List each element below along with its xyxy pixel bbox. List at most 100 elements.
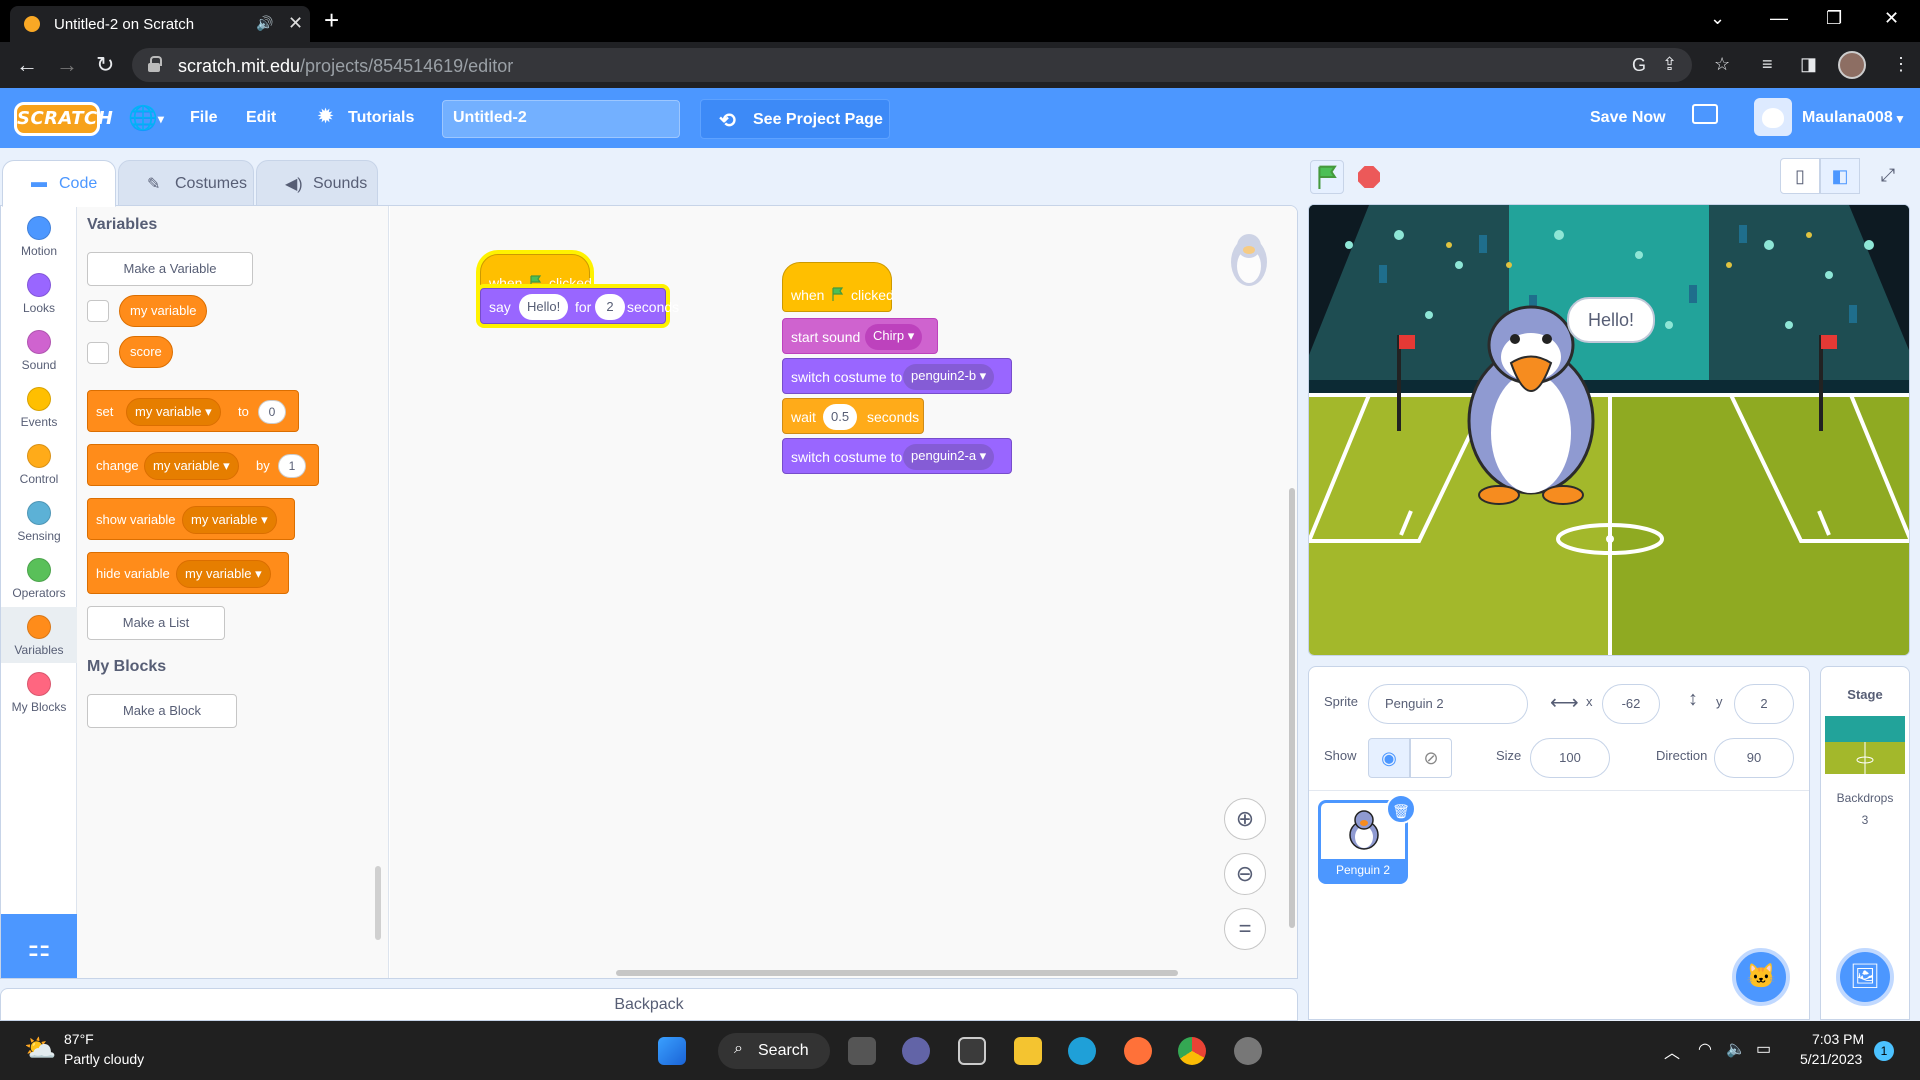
my-variable-reporter[interactable]: my variable (119, 295, 208, 327)
tutorials-lightbulb-icon[interactable]: ✹ (318, 106, 333, 127)
size-input[interactable]: 100 (1530, 738, 1610, 778)
forward-icon[interactable]: → (56, 52, 78, 78)
costume-dropdown-1[interactable]: penguin2-b ▾ (903, 364, 995, 390)
set-variable-block[interactable]: set my variable ▾ to 0 (87, 390, 299, 432)
username-menu[interactable]: Maulana008 (1802, 109, 1893, 127)
x-position-input[interactable]: -62 (1602, 684, 1660, 724)
set-value-input[interactable]: 0 (258, 400, 286, 424)
google-icon[interactable]: G (1632, 55, 1646, 76)
bookmark-star-icon[interactable]: ☆ (1714, 54, 1730, 75)
clock-date[interactable]: 5/21/2023 (1800, 1051, 1862, 1067)
score-checkbox[interactable] (87, 342, 109, 364)
restore-icon[interactable]: ❐ (1826, 8, 1842, 29)
category-variables[interactable]: Variables (1, 607, 77, 663)
direction-input[interactable]: 90 (1714, 738, 1794, 778)
start-sound-block[interactable]: start sound Chirp ▾ (782, 318, 938, 354)
scratch-logo[interactable]: SCRATCH (14, 102, 113, 136)
minimize-icon[interactable]: — (1770, 8, 1788, 29)
add-extension-button[interactable]: ⚏ (1, 914, 77, 978)
account-caret-icon[interactable]: ▼ (1894, 112, 1906, 126)
stage-canvas[interactable]: Hello! (1308, 204, 1910, 656)
wait-seconds-input[interactable]: 0.5 (823, 404, 858, 430)
sidepanel-icon[interactable]: ◨ (1800, 54, 1817, 75)
choose-sprite-button[interactable]: 🐱 (1732, 948, 1790, 1006)
close-window-icon[interactable]: ✕ (1884, 8, 1899, 29)
category-sensing[interactable]: Sensing (1, 493, 77, 549)
speaker-icon[interactable]: 🔊 (256, 15, 273, 32)
script-vertical-scrollbar[interactable] (1289, 488, 1295, 928)
score-reporter[interactable]: score (119, 336, 173, 368)
task-view-icon[interactable] (848, 1037, 876, 1065)
hide-sprite-button[interactable]: ⊘ (1410, 738, 1452, 778)
sound-dropdown[interactable]: Chirp ▾ (865, 324, 923, 350)
new-tab-button[interactable]: + (324, 5, 339, 36)
user-avatar[interactable] (1754, 98, 1792, 136)
category-my-blocks[interactable]: My Blocks (1, 664, 77, 720)
show-variable-block[interactable]: show variable my variable ▾ (87, 498, 295, 540)
y-position-input[interactable]: 2 (1734, 684, 1794, 724)
say-for-seconds-block[interactable]: say Hello! for 2 seconds (480, 288, 679, 324)
taskbar-search[interactable]: ⌕ Search (718, 1033, 830, 1069)
say-seconds-input[interactable]: 2 (595, 294, 625, 320)
choose-backdrop-button[interactable]: 🖼 (1836, 948, 1894, 1006)
small-stage-button[interactable]: ▯ (1780, 158, 1820, 194)
large-stage-button[interactable]: ◧ (1820, 158, 1860, 194)
chat-icon[interactable] (902, 1037, 930, 1065)
weather-icon[interactable]: ⛅ (24, 1033, 56, 1064)
make-block-button[interactable]: Make a Block (87, 694, 237, 728)
share-icon[interactable]: ⇪ (1662, 54, 1677, 75)
hide-variable-block[interactable]: hide variable my variable ▾ (87, 552, 289, 594)
when-flag-clicked-hat-2[interactable]: when clicked (782, 262, 894, 312)
url-input[interactable]: scratch.mit.edu/projects/854514619/edito… (132, 48, 1692, 82)
lock-icon[interactable] (148, 56, 162, 72)
switch-costume-block-2[interactable]: switch costume to penguin2-a ▾ (782, 438, 1012, 474)
tab-costumes[interactable]: ✎ Costumes (118, 160, 254, 206)
make-list-button[interactable]: Make a List (87, 606, 225, 640)
tray-chevron-icon[interactable]: ︿ (1664, 1039, 1680, 1063)
edge-icon[interactable] (1068, 1037, 1096, 1065)
show-sprite-button[interactable]: ◉ (1368, 738, 1410, 778)
tab-search-icon[interactable]: ⌄ (1710, 8, 1725, 29)
category-control[interactable]: Control (1, 436, 77, 492)
category-events[interactable]: Events (1, 379, 77, 435)
volume-icon[interactable]: 🔈 (1726, 1039, 1746, 1059)
language-globe-icon[interactable]: 🌐▾ (128, 104, 164, 133)
say-text-input[interactable]: Hello! (519, 294, 569, 320)
see-project-page-button[interactable]: ⟲ See Project Page (700, 99, 890, 139)
back-icon[interactable]: ← (16, 52, 38, 78)
change-variable-block[interactable]: change my variable ▾ by 1 (87, 444, 319, 486)
category-operators[interactable]: Operators (1, 550, 77, 606)
show-var-dropdown[interactable]: my variable ▾ (182, 506, 277, 534)
zoom-out-button[interactable]: ⊖ (1224, 853, 1266, 895)
tab-sounds[interactable]: ◀) Sounds (256, 160, 378, 206)
tab-code[interactable]: ▬ Code (2, 160, 116, 207)
fullscreen-button[interactable]: ⤢ (1868, 158, 1908, 194)
sprite-name-input[interactable]: Penguin 2 (1368, 684, 1528, 724)
delete-sprite-button[interactable]: 🗑 (1386, 794, 1416, 824)
file-explorer-icon[interactable] (1014, 1037, 1042, 1065)
my-stuff-folder-icon[interactable] (1692, 104, 1718, 124)
chrome-icon[interactable] (1178, 1037, 1206, 1065)
zoom-reset-button[interactable]: = (1224, 908, 1266, 950)
palette-scrollbar[interactable] (375, 866, 381, 940)
tutorials-button[interactable]: Tutorials (348, 109, 414, 127)
clock-time[interactable]: 7:03 PM (1812, 1031, 1864, 1047)
chrome-menu-icon[interactable]: ⋮ (1892, 54, 1910, 75)
settings-icon[interactable] (1234, 1037, 1262, 1065)
battery-icon[interactable]: ▭ (1756, 1039, 1771, 1059)
change-value-input[interactable]: 1 (278, 454, 306, 478)
script-horizontal-scrollbar[interactable] (616, 970, 1178, 976)
edit-menu[interactable]: Edit (246, 109, 276, 127)
zoom-in-button[interactable]: ⊕ (1224, 798, 1266, 840)
save-now-button[interactable]: Save Now (1590, 109, 1666, 127)
make-variable-button[interactable]: Make a Variable (87, 252, 253, 286)
firefox-icon[interactable] (1124, 1037, 1152, 1065)
script-area[interactable]: when clicked say Hello! for 2 seconds wh… (390, 206, 1297, 978)
reload-icon[interactable]: ↻ (96, 52, 114, 78)
notification-badge[interactable]: 1 (1874, 1041, 1894, 1061)
costume-dropdown-2[interactable]: penguin2-a ▾ (903, 444, 995, 470)
green-flag-button[interactable] (1310, 160, 1344, 194)
file-menu[interactable]: File (190, 109, 218, 127)
my-variable-checkbox[interactable] (87, 300, 109, 322)
project-title-input[interactable]: Untitled-2 (442, 100, 680, 138)
